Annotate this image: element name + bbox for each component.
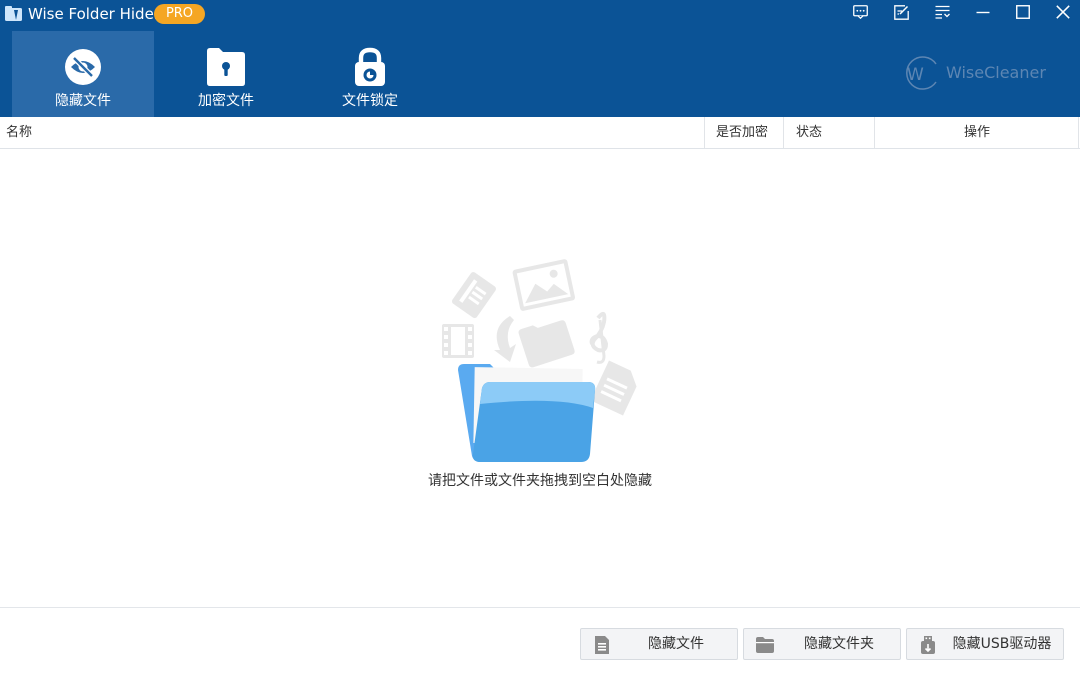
file-table-header: 名称 是否加密 状态 操作	[0, 117, 1080, 149]
column-encrypted[interactable]: 是否加密	[716, 117, 768, 148]
minimize-icon[interactable]	[970, 0, 996, 24]
padlock-icon	[355, 47, 385, 86]
pro-badge[interactable]: PRO	[154, 4, 205, 24]
open-folder-icon	[458, 364, 596, 462]
column-status[interactable]: 状态	[796, 117, 822, 148]
edit-icon[interactable]	[889, 0, 913, 24]
column-actions[interactable]: 操作	[875, 117, 1079, 148]
tab-hide-files[interactable]: 隐藏文件	[12, 31, 154, 117]
close-icon[interactable]	[1050, 0, 1076, 24]
drop-zone-illustration	[442, 259, 637, 462]
title-bar: Wise Folder Hider PRO	[0, 0, 1080, 28]
tab-label: 文件锁定	[342, 93, 398, 109]
footer-divider	[0, 607, 1080, 608]
tab-label: 加密文件	[198, 93, 254, 109]
button-label: 隐藏文件	[648, 636, 704, 652]
app-title: Wise Folder Hider	[28, 5, 160, 23]
keyhole-document-icon	[207, 48, 245, 86]
maximize-icon[interactable]	[1010, 0, 1036, 24]
hide-usb-drive-button[interactable]: 隐藏USB驱动器	[906, 628, 1064, 660]
brand-name: WiseCleaner	[946, 63, 1046, 82]
wisecleaner-logo-icon: W	[906, 56, 937, 90]
column-divider	[1078, 117, 1079, 148]
tab-lock-files[interactable]: 文件锁定	[299, 31, 441, 117]
button-label: 隐藏USB驱动器	[952, 636, 1052, 652]
button-label: 隐藏文件夹	[804, 636, 874, 652]
eye-slash-icon	[65, 49, 101, 85]
tab-label: 隐藏文件	[55, 93, 111, 109]
file-icon	[595, 636, 609, 654]
brand-logo: W WiseCleaner	[898, 56, 1058, 90]
column-divider	[704, 117, 705, 148]
menu-icon[interactable]	[930, 0, 954, 24]
folder-icon	[756, 637, 774, 653]
empty-state-message: 请把文件或文件夹拖拽到空白处隐藏	[428, 473, 652, 489]
header-bar: Wise Folder Hider PRO 隐藏文件 加密文件 文件锁定 W W…	[0, 0, 1080, 117]
svg-text:W: W	[907, 65, 924, 85]
hide-folder-button[interactable]: 隐藏文件夹	[743, 628, 901, 660]
app-logo-icon	[5, 6, 22, 21]
app-window: Wise Folder Hider PRO 隐藏文件 加密文件 文件锁定 W W…	[0, 0, 1080, 674]
usb-drive-icon	[921, 636, 935, 654]
tab-encrypt-files[interactable]: 加密文件	[155, 31, 297, 117]
column-name[interactable]: 名称	[6, 117, 32, 148]
feedback-icon[interactable]	[848, 0, 872, 24]
column-divider	[783, 117, 784, 148]
hide-file-button[interactable]: 隐藏文件	[580, 628, 738, 660]
